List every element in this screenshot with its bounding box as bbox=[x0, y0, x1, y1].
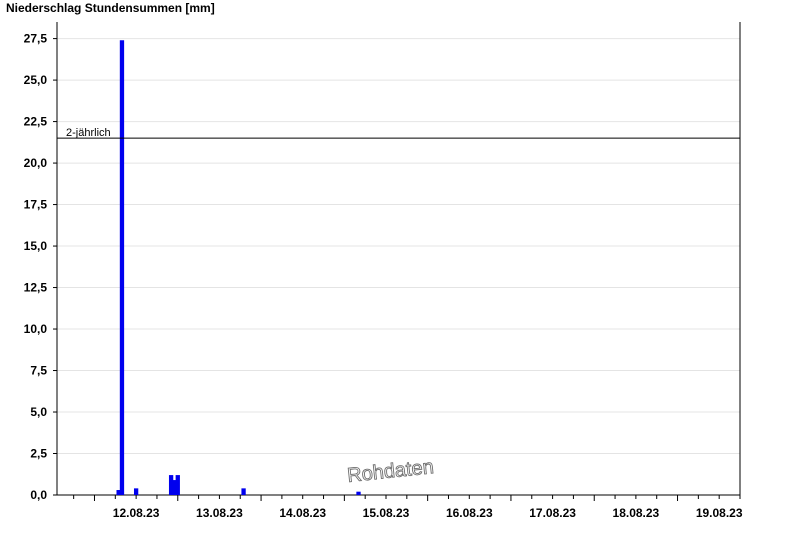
x-tick-label: 18.08.23 bbox=[613, 506, 660, 520]
y-tick-label: 2,5 bbox=[30, 447, 47, 461]
reference-line-group: 2-jährlich bbox=[57, 127, 740, 139]
x-tick-label: 12.08.23 bbox=[113, 506, 160, 520]
reference-line-label: 2-jährlich bbox=[66, 127, 111, 139]
y-tick-label: 20,0 bbox=[24, 156, 48, 170]
y-tick-label: 10,0 bbox=[24, 322, 48, 336]
y-tick-label: 15,0 bbox=[24, 239, 48, 253]
y-tick-label: 27,5 bbox=[24, 32, 48, 46]
bar bbox=[175, 475, 180, 495]
y-tick-label: 12,5 bbox=[24, 281, 48, 295]
x-tick-label: 14.08.23 bbox=[279, 506, 326, 520]
bars bbox=[116, 40, 361, 496]
y-tick-label: 7,5 bbox=[30, 364, 47, 378]
bar bbox=[133, 488, 139, 495]
y-tick-label: 22,5 bbox=[24, 115, 48, 129]
tick-labels: 0,0 2,5 5,0 7,5 10,0 12,5 15,0 17,5 20,0 22,5 25,0… bbox=[24, 32, 743, 520]
x-tick-label: 19.08.23 bbox=[696, 506, 743, 520]
bar bbox=[119, 40, 125, 496]
bar bbox=[241, 488, 246, 495]
y-tick-label: 25,0 bbox=[24, 73, 48, 87]
x-tick-label: 17.08.23 bbox=[529, 506, 576, 520]
gridlines bbox=[57, 38, 740, 455]
axes bbox=[53, 22, 741, 501]
y-tick-label: 17,5 bbox=[24, 198, 48, 212]
bar bbox=[356, 491, 361, 495]
watermark-text: Rohdaten bbox=[346, 456, 435, 487]
y-tick-label: 5,0 bbox=[30, 405, 47, 419]
x-tick-label: 16.08.23 bbox=[446, 506, 493, 520]
y-tick-label: 0,0 bbox=[30, 488, 47, 502]
x-tick-label: 13.08.23 bbox=[196, 506, 243, 520]
x-tick-label: 15.08.23 bbox=[363, 506, 410, 520]
precipitation-bar-chart: 2-jährlich 0,0 2,5 5,0 7,5 10,0 12,5 15,0 17,5 2… bbox=[24, 22, 743, 520]
